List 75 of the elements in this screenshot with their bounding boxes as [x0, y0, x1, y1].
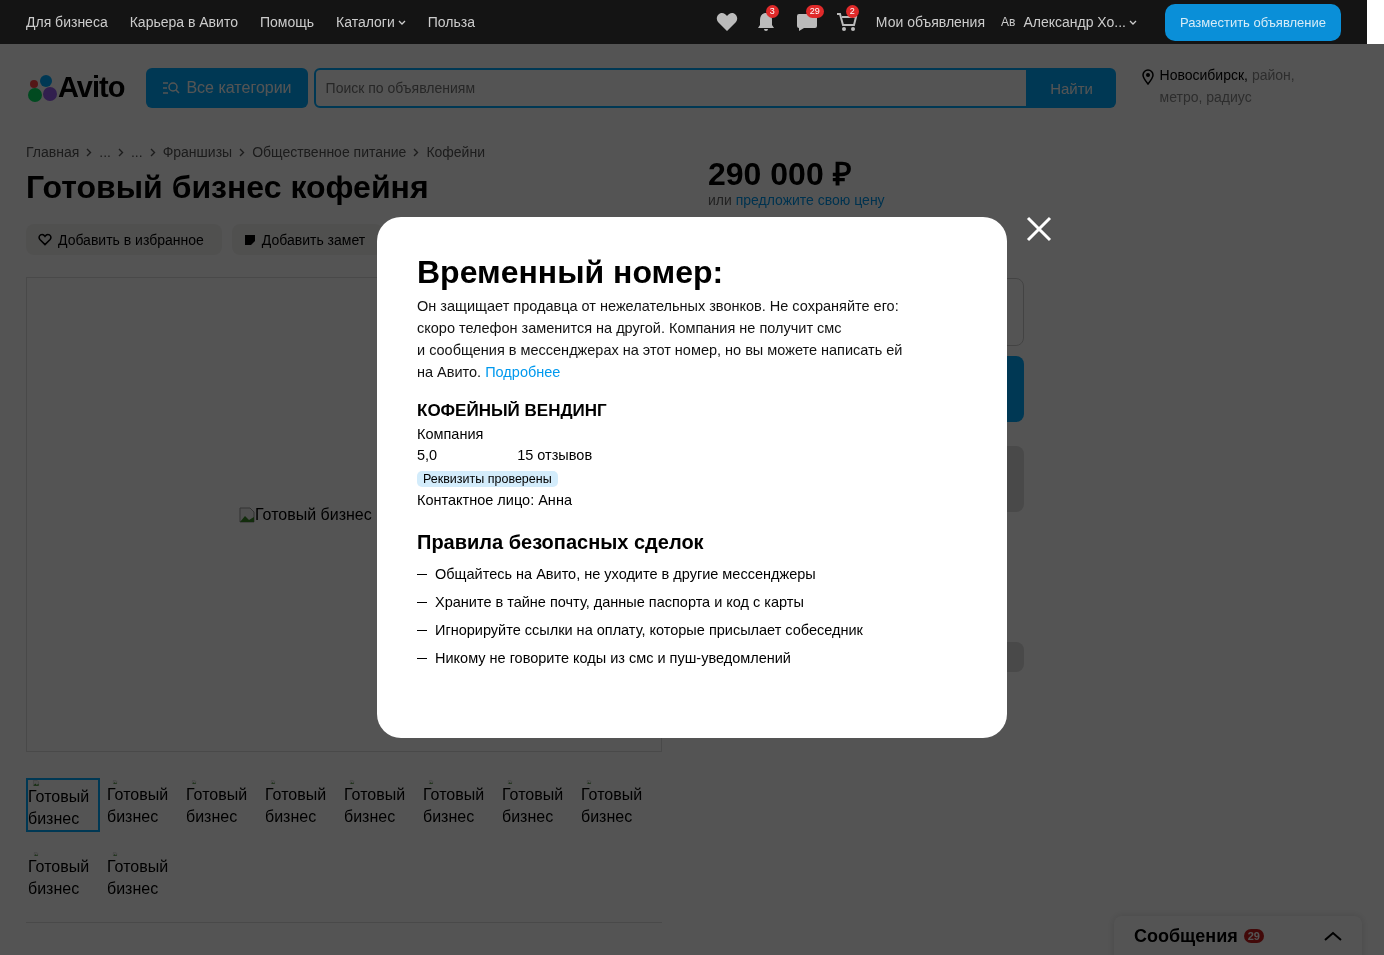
messages-label: Сообщения — [1134, 925, 1238, 947]
chevron-icon — [117, 147, 124, 157]
chat-icon[interactable] — [795, 12, 818, 32]
modal-title: Временный номер: — [417, 253, 725, 291]
heart-icon — [38, 233, 52, 246]
more-link[interactable]: Подробнее — [485, 364, 561, 380]
count-badge: 29 — [1243, 929, 1264, 943]
top-link[interactable]: Помощь — [259, 14, 314, 30]
chevron-icon — [413, 147, 420, 157]
dash-icon — [417, 657, 427, 659]
breadcrumb-link[interactable]: ... — [99, 144, 111, 160]
thumbnail[interactable]: Готовый бизнес — [105, 778, 179, 830]
listing-title: Готовый бизнес кофейня — [26, 168, 430, 206]
count-badge: 29 — [805, 5, 824, 18]
thumbnail[interactable]: Готовый бизнес — [26, 778, 100, 832]
seller-name: КОФЕЙНЫЙ ВЕНДИНГ — [417, 401, 608, 421]
dash-icon — [417, 629, 427, 631]
caret-icon[interactable] — [1129, 19, 1137, 25]
breadcrumb-link[interactable]: Общественное питание — [252, 144, 407, 160]
broken-image-icon — [239, 506, 255, 523]
thumbnail[interactable]: Готовый бизнес — [105, 850, 179, 902]
cart-icon[interactable] — [835, 12, 858, 32]
caret-icon[interactable] — [397, 19, 406, 25]
location-pin-icon — [1141, 69, 1154, 85]
top-link[interactable]: Польза — [427, 14, 475, 30]
dash-icon — [417, 601, 427, 603]
offer-link[interactable]: предложите свою цену — [735, 192, 885, 208]
rule-text: Общайтесь на Авито, не уходите в другие мессенджеры — [435, 565, 816, 584]
thumbnail[interactable]: Готовый бизнес — [421, 778, 495, 830]
seller-type: Компания — [417, 425, 485, 444]
verified-badge: Реквизиты проверены — [417, 471, 558, 487]
rules-title: Правила безопасных сделок — [417, 531, 705, 554]
rule-text: Храните в тайне почту, данные паспорта и код с карты — [435, 593, 804, 612]
breadcrumb-link[interactable]: Франшизы — [162, 144, 233, 160]
heart-icon[interactable] — [715, 12, 738, 32]
action-button[interactable]: Добавить в избранное — [26, 224, 222, 255]
find-button[interactable]: Найти — [1027, 68, 1116, 108]
price: 290 000 ₽ — [708, 156, 853, 192]
breadcrumb-link[interactable]: Главная — [26, 144, 80, 160]
rating-value: 5,0 — [417, 446, 438, 465]
post-ad-button[interactable]: Разместить объявление — [1165, 3, 1341, 41]
count-badge: 3 — [765, 5, 779, 18]
breadcrumb-link[interactable]: Кофейни — [426, 144, 485, 160]
top-link[interactable]: Каталоги — [336, 14, 406, 30]
contact-person: Контактное лицо: Анна — [417, 491, 573, 510]
thumbnail[interactable]: Готовый бизнес — [500, 778, 574, 830]
thumbnail[interactable]: Готовый бизнес — [263, 778, 337, 830]
messages-panel[interactable]: Сообщения 29 — [1114, 916, 1362, 955]
bell-icon[interactable] — [755, 12, 776, 32]
note-icon — [243, 233, 256, 246]
thumbnail[interactable]: Готовый бизнес — [342, 778, 416, 830]
dash-icon — [417, 573, 427, 575]
avito-logo[interactable]: Avito — [26, 71, 125, 104]
top-link[interactable]: Карьера в Авито — [129, 14, 238, 30]
thumbnail[interactable]: Готовый бизнес — [26, 850, 100, 902]
chevron-up-icon[interactable] — [1324, 931, 1342, 941]
breadcrumb-link[interactable]: ... — [130, 144, 143, 160]
count-badge: 2 — [845, 5, 859, 18]
chevron-icon — [86, 147, 93, 157]
thumbnail[interactable]: Готовый бизнес — [579, 778, 653, 830]
chevron-icon — [239, 147, 246, 157]
thumbnail[interactable]: Готовый бизнес — [184, 778, 258, 830]
user-menu[interactable]: Александр Хо... — [1023, 14, 1137, 30]
my-ads-link[interactable]: Мои объявления — [875, 14, 985, 30]
reviews-count[interactable]: 15 отзывов — [517, 445, 593, 465]
chevron-icon — [149, 147, 156, 157]
modal-text: Он защищает продавца от нежелательных звонков. Не сохраняйте его: скоро телефон заменится на другой. Компания не получит смс и сообщения в мессенджерах на этот номер, но вы можете написать ей на Авито. Подробнее — [417, 297, 904, 382]
search-icon — [162, 81, 181, 95]
rule-text: Никому не говорите коды из смс и пуш-уведомлений — [435, 649, 791, 668]
image-alt-text: Готовый бизнес — [239, 505, 372, 524]
top-link[interactable]: Для бизнеса — [26, 14, 108, 30]
avatar-alt-text[interactable]: Ав — [1001, 15, 1016, 29]
all-categories-button[interactable]: Все категории — [146, 68, 308, 108]
close-icon[interactable] — [1026, 216, 1052, 242]
rule-text: Игнорируйте ссылки на оплату, которые присылает собеседник — [435, 621, 863, 640]
